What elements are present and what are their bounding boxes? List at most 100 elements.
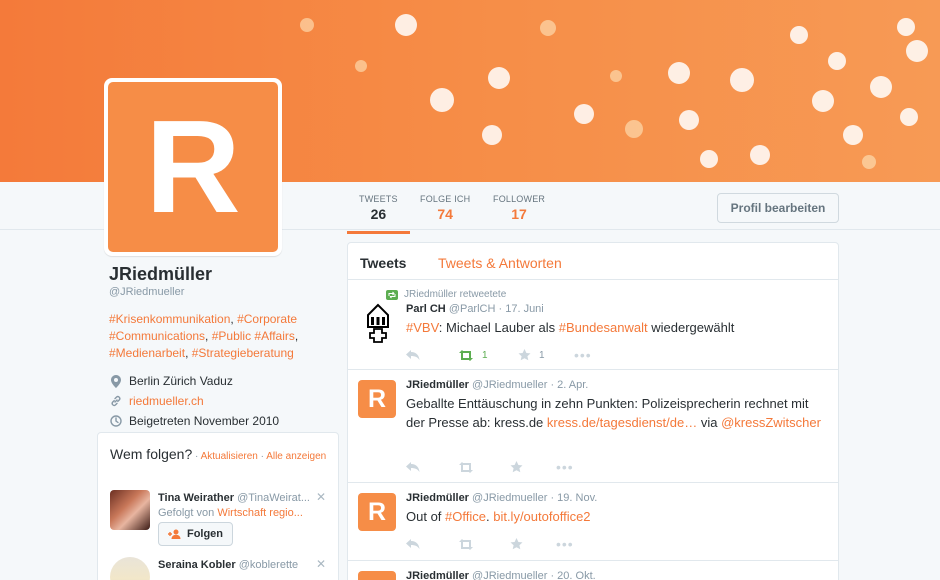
dismiss-icon[interactable]: ✕ — [316, 557, 326, 571]
suggested-user: Seraina Kobler @koblerette ✕ — [110, 557, 334, 580]
tweet-author[interactable]: Parl CH — [406, 303, 446, 315]
suggested-user-name[interactable]: Tina Weirather — [158, 492, 234, 504]
suggested-user: Tina Weirather @TinaWeirat... Gefolgt vo… — [110, 490, 334, 550]
profile-card: JRiedmüller @JRiedmueller #Krisenkommuni… — [109, 264, 339, 431]
bio-hashtag[interactable]: #Affairs — [254, 329, 294, 343]
tweet-date[interactable]: · 20. Okt. — [550, 570, 595, 580]
reply-icon[interactable] — [406, 539, 458, 549]
tweet-avatar[interactable]: R — [358, 380, 396, 418]
suggested-user-avatar[interactable] — [110, 490, 150, 530]
nav-tweets[interactable]: TWEETS 26 — [347, 194, 410, 234]
profile-joined-text: Beigetreten November 2010 — [129, 414, 280, 428]
tweet-avatar[interactable]: R — [358, 571, 396, 580]
tweet-hashtag[interactable]: #VBV — [406, 320, 439, 335]
bio-hashtag[interactable]: #Medienarbeit — [109, 346, 185, 360]
tweet-link[interactable]: bit.ly/outofoffice2 — [493, 509, 590, 524]
tweet-text-part: via — [697, 414, 722, 430]
refresh-link[interactable]: Aktualisieren — [201, 451, 258, 462]
tweet-actions: ••• — [406, 536, 608, 552]
suggested-user-avatar[interactable] — [110, 557, 150, 580]
profile-location-text: Berlin Zürich Vaduz — [129, 374, 233, 388]
view-all-link[interactable]: Alle anzeigen — [266, 451, 326, 462]
dismiss-icon[interactable]: ✕ — [316, 490, 326, 504]
bio-separator: , — [294, 329, 299, 343]
reply-icon[interactable] — [406, 350, 458, 360]
tweet-author[interactable]: JRiedmüller — [406, 492, 469, 504]
retweet-icon[interactable] — [458, 538, 510, 550]
suggested-user-name[interactable]: Seraina Kobler — [158, 559, 236, 571]
nav-followers-count: 17 — [511, 206, 527, 222]
bio-hashtag[interactable]: #Public — [212, 329, 251, 343]
tweet-content: Parl CH @ParlCH · 17. Juni #VBV: Michael… — [406, 303, 826, 338]
tweet-author[interactable]: JRiedmüller — [406, 379, 469, 391]
tweet-text: Out of #Office. bit.ly/outofoffice2 — [406, 508, 826, 527]
followed-by-prefix: Gefolgt von — [158, 507, 215, 519]
tweet-link[interactable]: kress.de/tagesdienst/de… — [547, 415, 697, 430]
profile-bio: #Krisenkommunikation, #Corporate #Commun… — [109, 311, 339, 362]
bio-hashtag[interactable]: #Krisenkommunikation — [109, 312, 230, 326]
tweet-handle[interactable]: @ParlCH — [449, 303, 496, 315]
timeline: Tweets Tweets & Antworten JRiedmüller re… — [347, 242, 839, 580]
tweet-actions: 1 1 ••• — [406, 347, 626, 363]
retweet-context-text[interactable]: JRiedmüller retweetete — [404, 289, 506, 300]
suggested-user-handle: @koblerette — [238, 559, 299, 571]
follow-button[interactable]: Folgen — [158, 522, 233, 546]
reply-icon[interactable] — [406, 462, 458, 472]
profile-handle[interactable]: @JRiedmueller — [109, 286, 339, 298]
tweet-handle[interactable]: @JRiedmueller — [472, 570, 547, 580]
location-pin-icon — [109, 374, 123, 388]
tweet[interactable]: R JRiedmüller @JRiedmueller · 20. Okt. — [348, 561, 838, 580]
tab-tweets-and-replies[interactable]: Tweets & Antworten — [438, 255, 562, 271]
profile-avatar[interactable]: R — [104, 78, 282, 256]
retweet-context: JRiedmüller retweetete — [386, 289, 506, 300]
nav-followers[interactable]: FOLLOWER 17 — [493, 194, 545, 222]
star-icon[interactable] — [510, 538, 562, 550]
more-icon[interactable]: ••• — [574, 347, 626, 363]
nav-following[interactable]: FOLGE ICH 74 — [420, 194, 470, 222]
avatar-letter: R — [367, 497, 387, 526]
tweet-avatar[interactable]: R — [358, 493, 396, 531]
tweet-text-part: Out of — [406, 509, 446, 524]
tweet-mention[interactable]: @kressZwitscher — [721, 415, 821, 430]
profile-joined: Beigetreten November 2010 — [109, 411, 339, 431]
profile-website-link[interactable]: riedmueller.ch — [129, 394, 204, 408]
who-to-follow-header: Wem folgen? · Aktualisieren · Alle anzei… — [110, 447, 330, 464]
tweet-header: JRiedmüller @JRiedmueller · 2. Apr. — [406, 379, 826, 391]
avatar-letter: R — [368, 576, 386, 580]
bio-hashtag[interactable]: #Communications — [109, 329, 205, 343]
edit-profile-button[interactable]: Profil bearbeiten — [717, 193, 839, 223]
retweet-button[interactable]: 1 — [458, 349, 510, 361]
tweet-date[interactable]: · 19. Nov. — [550, 492, 597, 504]
tweet-date[interactable]: · 2. Apr. — [550, 379, 588, 391]
suggested-user-name-line: Tina Weirather @TinaWeirat... — [158, 492, 310, 504]
nav-followers-label: FOLLOWER — [493, 194, 546, 204]
more-icon[interactable]: ••• — [556, 459, 608, 475]
star-icon[interactable] — [510, 461, 562, 473]
retweet-icon[interactable] — [458, 461, 510, 473]
tweet[interactable]: JRiedmüller retweetete Parl CH @ParlCH ·… — [348, 280, 838, 370]
tweet-avatar[interactable] — [360, 303, 396, 343]
tweet-text-part: : Michael Lauber als — [438, 320, 559, 335]
tab-tweets[interactable]: Tweets — [360, 255, 406, 271]
tweet-date[interactable]: · 17. Juni — [499, 303, 544, 315]
tweet-handle[interactable]: @JRiedmueller — [472, 492, 547, 504]
tweet[interactable]: R JRiedmüller @JRiedmueller · 19. Nov. O… — [348, 483, 838, 561]
tweet-hashtag[interactable]: #Bundesanwalt — [559, 320, 648, 335]
more-icon[interactable]: ••• — [556, 536, 608, 552]
tweet-author[interactable]: JRiedmüller — [406, 570, 469, 580]
tweet[interactable]: R JRiedmüller @JRiedmueller · 2. Apr. Ge… — [348, 370, 838, 483]
followed-by-link[interactable]: Wirtschaft regio... — [217, 507, 303, 519]
bio-hashtag[interactable]: #Strategieberatung — [192, 346, 294, 360]
nav-following-count: 74 — [437, 206, 453, 222]
bio-hashtag[interactable]: #Corporate — [237, 312, 297, 326]
tweet-content: JRiedmüller @JRiedmueller · 19. Nov. Out… — [406, 492, 826, 527]
tweet-text: #VBV: Michael Lauber als #Bundesanwalt w… — [406, 319, 826, 338]
header-dot: · — [192, 451, 201, 462]
favorite-button[interactable]: 1 — [518, 349, 570, 361]
tweet-header: Parl CH @ParlCH · 17. Juni — [406, 303, 826, 315]
tweet-handle[interactable]: @JRiedmueller — [472, 379, 547, 391]
profile-name[interactable]: JRiedmüller — [109, 264, 339, 285]
tweet-actions: ••• — [406, 459, 608, 475]
retweet-badge-icon — [386, 289, 398, 300]
tweet-hashtag[interactable]: #Office — [445, 509, 486, 524]
